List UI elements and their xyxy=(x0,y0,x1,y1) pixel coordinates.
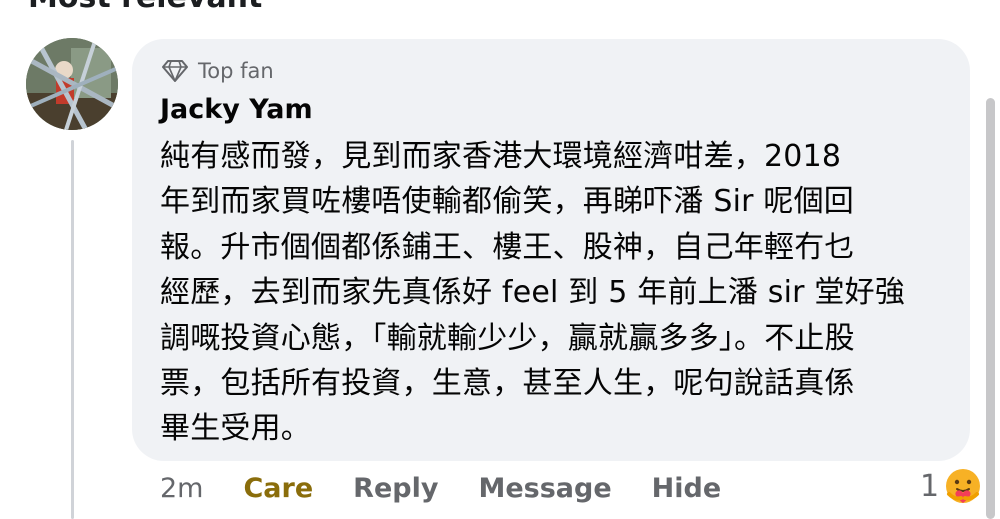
reply-button[interactable]: Reply xyxy=(353,473,438,504)
care-button[interactable]: Care xyxy=(243,473,313,504)
comment-text: 純有感而發，見到而家香港大環境經濟咁差，2018 年到而家買咗樓唔使輸都偷笑，再… xyxy=(160,134,955,452)
comment-line: 年到而家買咗樓唔使輸都偷笑，再睇吓潘 Sir 呢個回 xyxy=(160,184,854,220)
comment-line: 經歷，去到而家先真係好 feel 到 5 年前上潘 sir 堂好強 xyxy=(160,275,906,311)
comment-view: Most relevant Top fan Jacky Yam 純有感而發，見到… xyxy=(0,0,1000,519)
comment-line: 純有感而發，見到而家香港大環境經濟咁差，2018 xyxy=(160,139,842,174)
comment-line: 報。升市個個都係鋪王、樓王、股神，自己年輕冇乜 xyxy=(160,229,855,265)
hide-button[interactable]: Hide xyxy=(652,473,722,504)
top-fan-badge[interactable]: Top fan xyxy=(162,59,274,83)
reaction-summary[interactable]: 1 xyxy=(920,466,983,506)
comment-line: 調嘅投資心態，「輸就輸少少，贏就贏多多」。不止股 xyxy=(160,320,855,356)
section-header: Most relevant xyxy=(28,0,262,15)
thread-line xyxy=(71,140,74,519)
comment-line: 票，包括所有投資，生意，甚至人生，呢句說話真係 xyxy=(160,366,855,402)
comment-line: 畢生受用。 xyxy=(160,411,311,447)
avatar-image xyxy=(26,38,118,130)
author-name[interactable]: Jacky Yam xyxy=(160,94,313,125)
care-emoji-icon xyxy=(946,469,981,503)
diamond-icon xyxy=(162,60,188,82)
message-button[interactable]: Message xyxy=(478,473,611,504)
avatar[interactable] xyxy=(26,38,118,130)
timestamp[interactable]: 2m xyxy=(160,473,203,504)
reaction-count: 1 xyxy=(920,468,940,504)
comment-actions: 2m Care Reply Message Hide xyxy=(160,473,761,504)
badge-label: Top fan xyxy=(198,59,274,83)
scrollbar[interactable] xyxy=(986,98,995,519)
